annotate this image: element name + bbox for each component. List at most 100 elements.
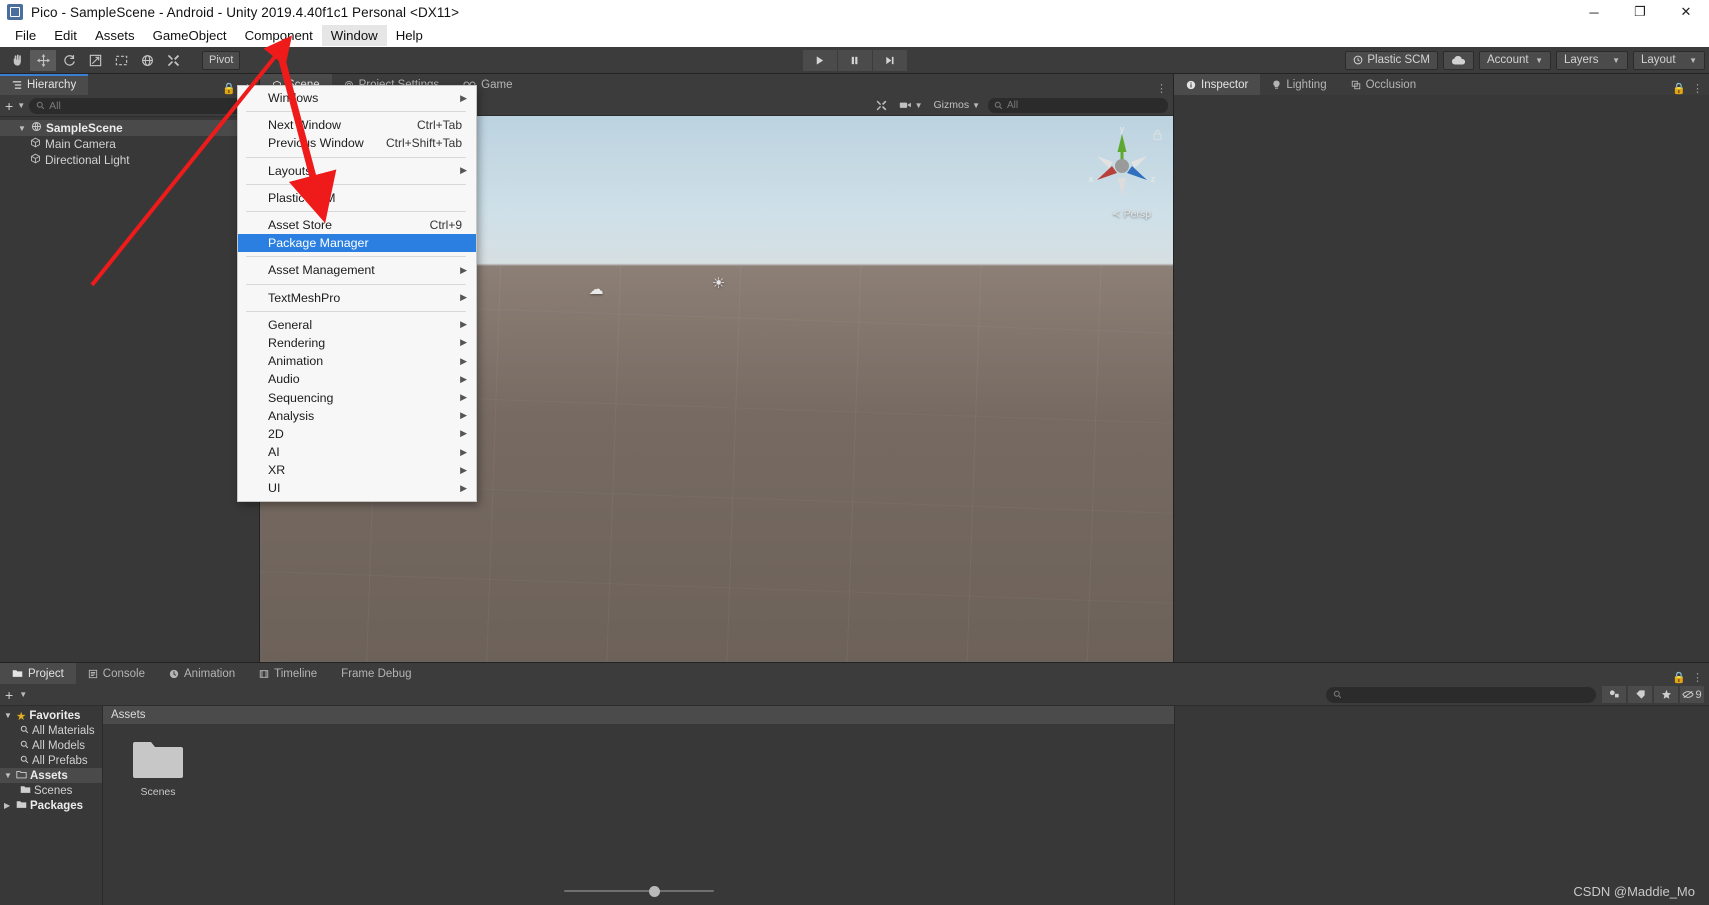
asset-item-scenes[interactable]: Scenes (121, 738, 195, 798)
create-asset-button[interactable]: + (5, 688, 13, 702)
project-tree-row-packages[interactable]: ▶ Packages (0, 798, 102, 813)
menu-row-package-manager[interactable]: Package Manager (238, 234, 476, 253)
menu-row-2d[interactable]: 2D ▶ (238, 425, 476, 443)
inspector-tab-options[interactable]: 🔒 ⋮ (1672, 82, 1709, 95)
plastic-scm-button[interactable]: Plastic SCM (1345, 50, 1438, 70)
project-tree-row-scenes[interactable]: Scenes (0, 783, 102, 798)
kebab-icon[interactable]: ⋮ (1692, 671, 1703, 684)
menu-file[interactable]: File (6, 25, 45, 46)
tab-hierarchy[interactable]: Hierarchy (0, 74, 89, 95)
custom-tool-icon[interactable] (160, 50, 186, 71)
scene-search-input[interactable]: All (988, 97, 1168, 113)
menu-row-ai[interactable]: AI ▶ (238, 443, 476, 461)
menu-row-sequencing[interactable]: Sequencing ▶ (238, 388, 476, 406)
zoom-slider-knob[interactable] (649, 885, 660, 897)
menu-row-general[interactable]: General ▶ (238, 316, 476, 334)
layers-dropdown[interactable]: Layers ▼ (1556, 50, 1628, 70)
scene-tab-options[interactable]: ⋮ (1156, 82, 1173, 95)
menu-label-analysis: Analysis (268, 408, 315, 423)
menu-row-xr[interactable]: XR ▶ (238, 461, 476, 479)
menu-row-ui[interactable]: UI ▶ (238, 479, 476, 497)
hand-tool-icon[interactable] (4, 50, 30, 71)
tab-console[interactable]: Console (75, 663, 157, 684)
scene-object-camera-gizmo[interactable]: ☁ (589, 280, 604, 298)
project-tree-row-all-materials[interactable]: All Materials (0, 723, 102, 738)
filter-favorites-button[interactable] (1654, 686, 1678, 703)
expand-triangle-icon[interactable]: ▼ (4, 711, 13, 720)
play-button[interactable] (802, 49, 837, 71)
project-tree-row-all-models[interactable]: All Models (0, 738, 102, 753)
menu-help[interactable]: Help (387, 25, 432, 46)
tab-inspector[interactable]: Inspector (1174, 74, 1261, 95)
menu-component[interactable]: Component (236, 25, 322, 46)
chevron-down-icon[interactable]: ▼ (19, 690, 27, 699)
account-dropdown[interactable]: Account ▼ (1479, 50, 1551, 70)
menu-row-plastic-scm[interactable]: Plastic SCM (238, 189, 476, 207)
gizmos-dropdown[interactable]: Gizmos ▼ (930, 97, 983, 113)
tab-animation[interactable]: Animation (157, 663, 248, 684)
menu-row-next-window[interactable]: Next Window Ctrl+Tab (238, 116, 476, 134)
layout-dropdown[interactable]: Layout ▼ (1633, 50, 1705, 70)
hierarchy-row-main-camera[interactable]: Main Camera (0, 136, 259, 152)
lock-icon[interactable]: 🔒 (222, 82, 236, 95)
rotate-tool-icon[interactable] (56, 50, 82, 71)
expand-triangle-icon[interactable]: ▶ (4, 801, 13, 810)
tab-lighting[interactable]: Lighting (1260, 74, 1339, 95)
hierarchy-row-samplescene[interactable]: ▼ SampleScene (0, 120, 259, 136)
expand-triangle-icon[interactable]: ▼ (18, 124, 27, 133)
menu-row-previous-window[interactable]: Previous Window Ctrl+Shift+Tab (238, 134, 476, 152)
hierarchy-row-directional-light[interactable]: Directional Light (0, 152, 259, 168)
close-button[interactable]: ✕ (1663, 0, 1709, 24)
menu-row-asset-management[interactable]: Asset Management ▶ (238, 261, 476, 279)
step-button[interactable] (872, 49, 907, 71)
hierarchy-search-input[interactable]: All (29, 97, 254, 114)
filter-by-label-button[interactable] (1628, 686, 1652, 703)
filter-by-type-button[interactable] (1602, 686, 1626, 703)
project-tree-row-favorites[interactable]: ▼ ★ Favorites (0, 708, 102, 723)
minimize-button[interactable]: ─ (1571, 0, 1617, 24)
chevron-down-icon[interactable]: ▼ (17, 101, 25, 110)
camera-settings-button[interactable]: ▼ (896, 97, 926, 113)
menu-row-windows[interactable]: Windows ▶ (238, 89, 476, 107)
pause-button[interactable] (837, 49, 872, 71)
scene-object-light-gizmo[interactable]: ☀ (712, 274, 725, 292)
menu-row-textmeshpro[interactable]: TextMeshPro ▶ (238, 289, 476, 307)
pivot-mode-dropdown[interactable]: Pivot (202, 50, 241, 70)
tab-timeline-label: Timeline (274, 667, 318, 680)
menu-assets[interactable]: Assets (86, 25, 144, 46)
lock-icon[interactable]: 🔒 (1672, 671, 1686, 684)
menu-row-rendering[interactable]: Rendering ▶ (238, 334, 476, 352)
tab-project[interactable]: Project (0, 663, 76, 684)
kebab-icon[interactable]: ⋮ (1156, 82, 1167, 95)
transform-tool-icon[interactable] (134, 50, 160, 71)
rect-tool-icon[interactable] (108, 50, 134, 71)
scene-tools-button[interactable] (872, 97, 891, 113)
menu-edit[interactable]: Edit (45, 25, 86, 46)
add-gameobject-button[interactable]: + (5, 99, 13, 113)
project-search-input[interactable] (1326, 686, 1596, 703)
perspective-label[interactable]: ≺ Persp (1112, 208, 1151, 220)
expand-triangle-icon[interactable]: ▼ (4, 771, 13, 780)
project-tab-options[interactable]: 🔒 ⋮ (1672, 671, 1709, 684)
tab-timeline[interactable]: Timeline (247, 663, 330, 684)
cloud-button[interactable] (1443, 50, 1474, 70)
project-tree-row-all-prefabs[interactable]: All Prefabs (0, 753, 102, 768)
scene-orientation-gizmo[interactable]: y x z (1079, 122, 1165, 208)
menu-row-layouts[interactable]: Layouts ▶ (238, 162, 476, 180)
menu-row-animation[interactable]: Animation ▶ (238, 352, 476, 370)
tab-occlusion[interactable]: Occlusion (1338, 74, 1429, 95)
menu-window[interactable]: Window (321, 25, 387, 46)
kebab-icon[interactable]: ⋮ (1692, 82, 1703, 95)
lock-icon[interactable]: 🔒 (1672, 82, 1686, 95)
menu-row-asset-store[interactable]: Asset Store Ctrl+9 (238, 216, 476, 234)
tab-frame-debug[interactable]: Frame Debug (329, 663, 424, 684)
project-tree-row-assets[interactable]: ▼ Assets (0, 768, 102, 783)
filter-count-button[interactable]: 9 (1680, 686, 1704, 703)
menu-row-analysis[interactable]: Analysis ▶ (238, 407, 476, 425)
asset-zoom-slider[interactable] (563, 885, 714, 897)
move-tool-icon[interactable] (30, 49, 56, 71)
menu-row-audio[interactable]: Audio ▶ (238, 370, 476, 388)
maximize-button[interactable]: ❐ (1617, 0, 1663, 24)
menu-gameobject[interactable]: GameObject (144, 25, 236, 46)
scale-tool-icon[interactable] (82, 50, 108, 71)
